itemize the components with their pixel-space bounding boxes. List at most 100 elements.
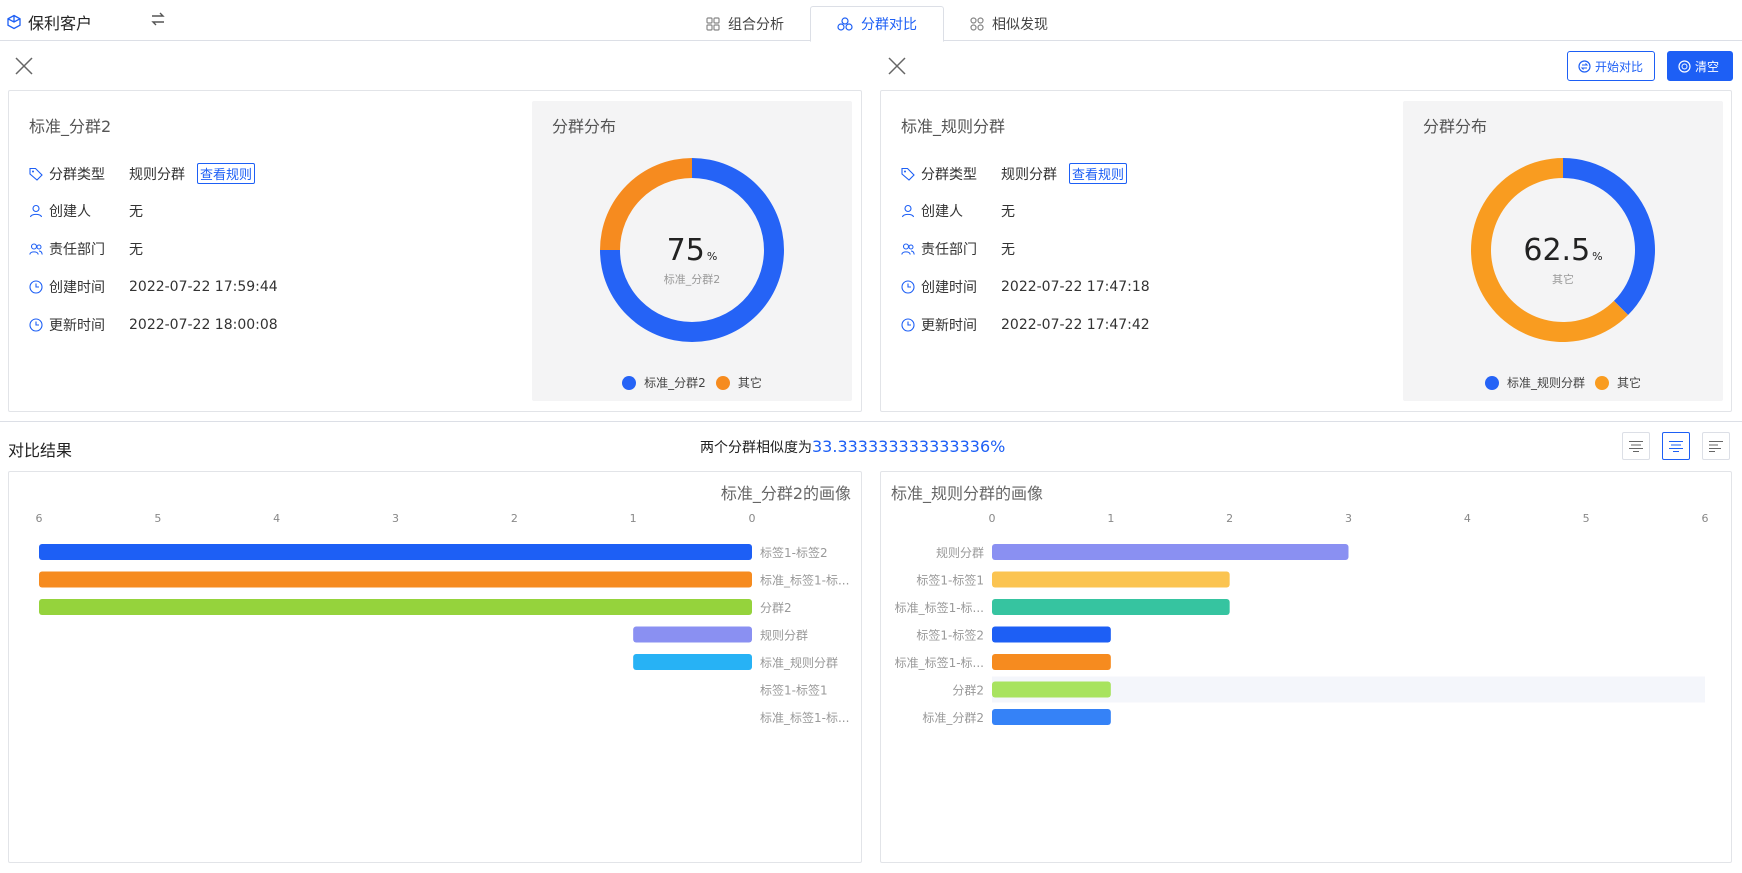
left-bar-chart: 6 5 4 3 2 1 0 标签1-标签2 标准_标签1-标... 分群2 规则分群标准_规则分群标… xyxy=(36,512,850,725)
legend-item[interactable]: 其它 xyxy=(715,374,762,391)
category-label: 标准_标签1-标... xyxy=(895,600,984,615)
legend-item[interactable]: 其它 xyxy=(1595,374,1641,391)
bar[interactable] xyxy=(633,654,752,670)
bar[interactable] xyxy=(992,571,1230,588)
category-label: 标准_标签1-标... xyxy=(895,655,984,670)
legend-dot xyxy=(1484,375,1499,390)
bar[interactable] xyxy=(39,571,752,588)
tick-label: 6 xyxy=(1702,512,1709,525)
distribution-panel: 分群分布 75% 标准_分群2 标准_分群2 其它 xyxy=(532,101,852,401)
category-label: 标准_规则分群 xyxy=(760,655,838,670)
start-compare-button[interactable]: 开始对比 xyxy=(1567,51,1655,81)
tick-label: 2 xyxy=(511,512,518,525)
sort-icon xyxy=(1709,441,1723,452)
category-label: 标准_分群2 xyxy=(922,711,984,725)
tick-label: 3 xyxy=(1345,512,1352,525)
sort-icon xyxy=(1629,441,1643,452)
bar[interactable] xyxy=(992,654,1111,670)
left-portrait-card: 标准_分群2的画像 6 5 4 3 2 1 0 标签1-标签2 标准_标签1-标... 分群2 规则… xyxy=(8,471,862,863)
donut-center-value: 75% xyxy=(666,233,718,268)
info-key: 责任部门 xyxy=(49,242,105,258)
info-key: 创建时间 xyxy=(921,280,977,296)
app-title: 保利客户 xyxy=(28,14,93,33)
bar[interactable] xyxy=(992,599,1230,615)
info-value: 2022-07-22 17:59:44 xyxy=(129,279,278,295)
category-label: 分群2 xyxy=(760,601,792,615)
sort-desc-button[interactable] xyxy=(1622,432,1650,460)
tag-icon xyxy=(901,167,915,181)
close-left-icon[interactable] xyxy=(14,56,34,76)
donut-legend: 标准_分群2 其它 xyxy=(532,374,852,391)
category-label: 标签1-标签2 xyxy=(760,545,828,560)
category-label: 分群2 xyxy=(952,684,984,698)
category-label: 标签1-标签1 xyxy=(916,573,984,588)
info-key: 分群类型 xyxy=(921,166,977,183)
bar[interactable] xyxy=(39,599,752,615)
category-label: 标准_标签1-标... xyxy=(760,573,849,588)
similarity-prefix: 两个分群相似度为 xyxy=(700,440,812,456)
view-rule-link[interactable]: 查看规则 xyxy=(1069,163,1128,184)
tab-label: 相似发现 xyxy=(992,17,1048,33)
info-value: 无 xyxy=(129,204,143,220)
legend-item[interactable]: 标准_分群2 xyxy=(622,374,706,391)
circles-icon xyxy=(837,17,853,31)
chart-title: 标准_规则分群的画像 xyxy=(891,484,1044,503)
bar[interactable] xyxy=(39,544,752,560)
donut-center-value: 62.5% xyxy=(1523,233,1603,268)
distribution-panel: 分群分布 62.5% 其它 标准_规则分群 其它 xyxy=(1403,101,1723,401)
switch-icon[interactable] xyxy=(150,12,166,30)
info-creator-row: 创建人 无 xyxy=(901,201,1015,221)
bar[interactable] xyxy=(992,681,1111,698)
bar[interactable] xyxy=(633,626,752,643)
info-dept-row: 责任部门 无 xyxy=(29,239,143,259)
distribution-title: 分群分布 xyxy=(552,117,617,136)
close-right-icon[interactable] xyxy=(887,56,907,76)
donut-center-label: 其它 xyxy=(1552,273,1574,286)
info-updated-row: 更新时间 2022-07-22 17:47:42 xyxy=(901,315,1150,335)
grid-icon xyxy=(970,17,984,31)
clock-icon xyxy=(29,318,43,332)
similarity-value: 33.333333333333336% xyxy=(812,437,1006,456)
app-title-group: 保利客户 xyxy=(6,10,92,34)
tab-label: 组合分析 xyxy=(728,17,784,33)
top-bar: 保利客户 组合分析 分群对比 相似发现 xyxy=(0,0,1742,42)
tab-bar: 组合分析 分群对比 相似发现 xyxy=(680,6,1074,42)
legend-item[interactable]: 标准_规则分群 xyxy=(1484,374,1585,391)
info-value: 2022-07-22 17:47:42 xyxy=(1001,317,1150,333)
tab-combination-analysis[interactable]: 组合分析 xyxy=(680,6,810,42)
sort-asc-button[interactable] xyxy=(1702,432,1730,460)
left-segment-card: 标准_分群2 分群类型 规则分群 查看规则 创建人 无 责任部门 无 创建时间 … xyxy=(8,90,862,412)
bar[interactable] xyxy=(992,544,1349,560)
tick-label: 4 xyxy=(1464,512,1471,525)
info-key: 创建人 xyxy=(49,204,91,220)
legend-dot xyxy=(622,375,637,390)
user-icon xyxy=(29,204,43,218)
info-dept-row: 责任部门 无 xyxy=(901,239,1015,259)
similarity-text: 两个分群相似度为33.333333333333336% xyxy=(700,437,1005,457)
tick-label: 1 xyxy=(630,512,637,525)
tab-similar-discovery[interactable]: 相似发现 xyxy=(944,6,1074,42)
bar[interactable] xyxy=(992,709,1111,725)
donut-center-label: 标准_分群2 xyxy=(663,273,721,286)
tick-label: 3 xyxy=(392,512,399,525)
category-label: 标签1-标签1 xyxy=(760,683,828,698)
info-updated-row: 更新时间 2022-07-22 18:00:08 xyxy=(29,315,278,335)
clear-label: 清空 xyxy=(1695,59,1720,74)
info-value: 2022-07-22 17:47:18 xyxy=(1001,279,1150,295)
start-compare-label: 开始对比 xyxy=(1595,59,1644,74)
bar[interactable] xyxy=(992,626,1111,643)
info-value: 无 xyxy=(1001,204,1015,220)
sort-center-button[interactable] xyxy=(1662,432,1690,460)
view-rule-link[interactable]: 查看规则 xyxy=(197,163,256,184)
donut-legend: 标准_规则分群 其它 xyxy=(1403,374,1723,391)
team-icon xyxy=(29,243,43,255)
tab-segment-compare[interactable]: 分群对比 xyxy=(810,6,944,42)
info-creator-row: 创建人 无 xyxy=(29,201,143,221)
clear-button[interactable]: 清空 xyxy=(1667,51,1733,81)
team-icon xyxy=(901,243,915,255)
info-key: 创建人 xyxy=(921,204,963,220)
clock-icon xyxy=(901,280,915,294)
info-type-row: 分群类型 规则分群 查看规则 xyxy=(901,163,1128,184)
info-created-row: 创建时间 2022-07-22 17:59:44 xyxy=(29,277,278,297)
segment-name: 标准_规则分群 xyxy=(901,117,1006,136)
